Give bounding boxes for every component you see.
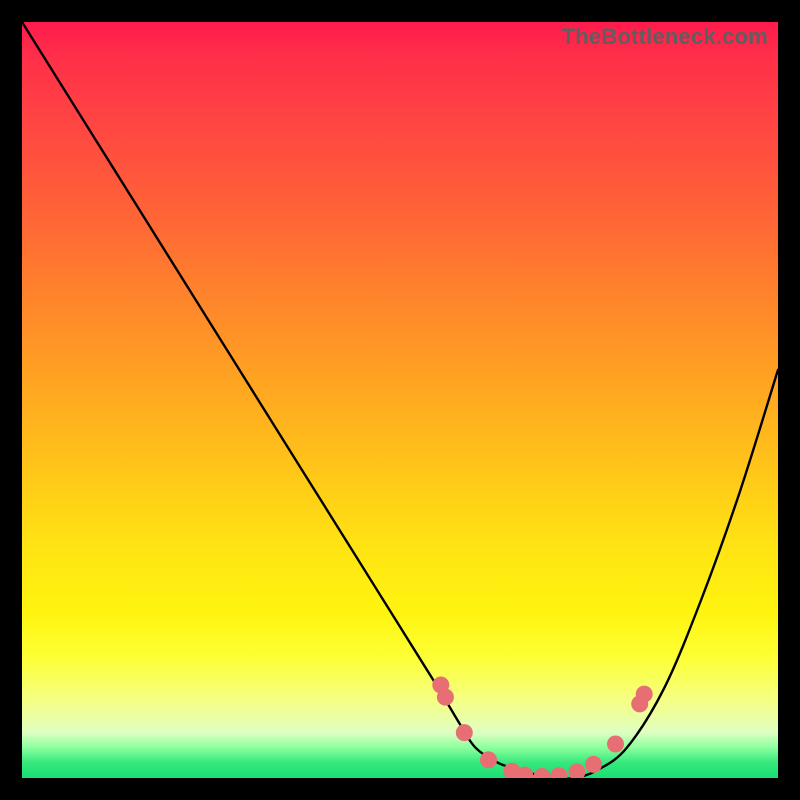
curve-line — [22, 22, 778, 778]
marker-dot — [568, 764, 585, 779]
marker-dot — [550, 767, 567, 778]
marker-dot — [437, 689, 454, 706]
marker-dot — [534, 768, 551, 778]
chart-frame: TheBottleneck.com — [0, 0, 800, 800]
marker-group — [432, 677, 652, 779]
marker-dot — [585, 756, 602, 773]
chart-svg — [22, 22, 778, 778]
marker-dot — [607, 736, 624, 753]
marker-dot — [636, 686, 653, 703]
plot-area: TheBottleneck.com — [22, 22, 778, 778]
marker-dot — [480, 751, 497, 768]
marker-dot — [456, 724, 473, 741]
